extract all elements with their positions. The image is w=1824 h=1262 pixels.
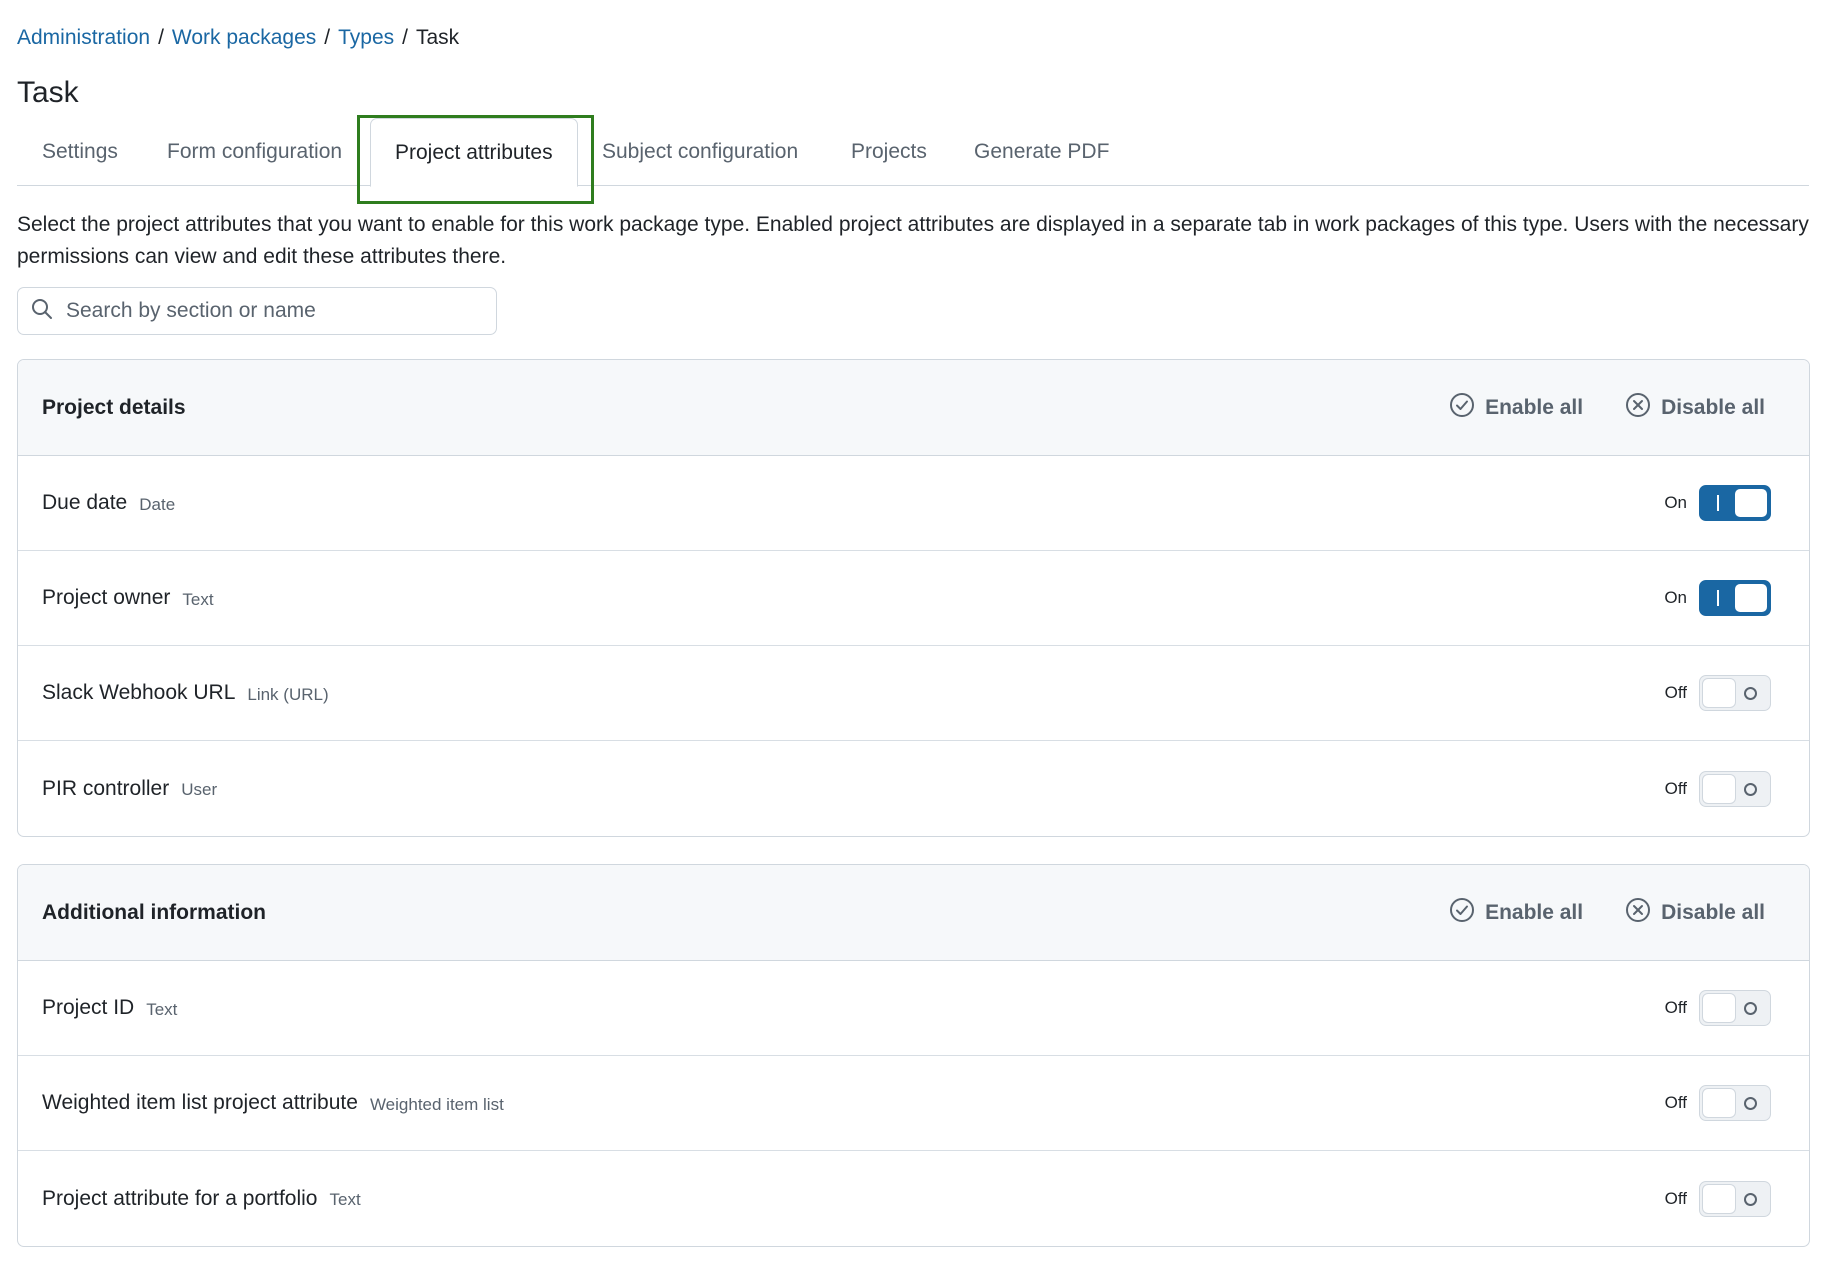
breadcrumb-administration[interactable]: Administration <box>17 24 150 52</box>
tab-subject-configuration[interactable]: Subject configuration <box>602 118 798 186</box>
breadcrumb-current: Task <box>415 26 460 49</box>
attribute-name: PIR controller <box>42 776 170 800</box>
attribute-row: Slack Webhook URL Link (URL) Off <box>18 646 1809 741</box>
enable-all-label: Enable all <box>1485 395 1584 419</box>
x-circle-icon <box>1625 392 1661 424</box>
breadcrumb-types[interactable]: Types <box>338 24 394 52</box>
attribute-name: Project ID <box>42 996 135 1019</box>
disable-all-button[interactable]: Disable all <box>1625 897 1765 929</box>
disable-all-label: Disable all <box>1661 395 1765 419</box>
attribute-toggle[interactable] <box>1699 580 1771 616</box>
attribute-type: User <box>181 780 218 799</box>
attribute-name: Weighted item list project attribute <box>42 1091 358 1114</box>
attribute-row: Project ID Text Off <box>18 961 1809 1056</box>
check-circle-icon <box>1449 897 1485 929</box>
disable-all-button[interactable]: Disable all <box>1625 392 1765 424</box>
enable-all-button[interactable]: Enable all <box>1449 897 1583 929</box>
toggle-state-label: Off <box>1664 1188 1687 1208</box>
attribute-type: Weighted item list <box>369 1094 504 1114</box>
attribute-type: Text <box>182 589 214 609</box>
attribute-name: Due date <box>42 491 128 514</box>
attribute-type: Text <box>146 999 178 1019</box>
toggle-state-label: Off <box>1664 683 1687 702</box>
x-circle-icon <box>1625 897 1661 929</box>
section-title: Additional information <box>42 900 266 924</box>
search-icon <box>30 297 54 326</box>
attribute-toggle[interactable] <box>1699 485 1771 521</box>
section-title: Project details <box>42 395 186 419</box>
toggle-state-label: Off <box>1664 1093 1687 1112</box>
breadcrumb-separator: / <box>324 26 331 49</box>
tab-form-configuration[interactable]: Form configuration <box>167 118 342 186</box>
breadcrumb-separator: / <box>158 26 164 49</box>
attribute-toggle[interactable] <box>1699 770 1771 807</box>
attribute-type: Link (URL) <box>247 684 329 704</box>
section-header: Project details Enable all Disable all <box>18 360 1809 456</box>
enable-all-button[interactable]: Enable all <box>1449 392 1583 424</box>
page-description: Select the project attributes that you w… <box>17 213 1809 268</box>
section-project-details: Project details Enable all Disable all D… <box>17 359 1810 837</box>
tab-bar: Settings Form configuration Project attr… <box>17 118 1809 187</box>
section-header: Additional information Enable all Disabl… <box>18 865 1809 961</box>
attribute-type: Text <box>329 1190 361 1209</box>
toggle-state-label: Off <box>1664 778 1687 798</box>
attribute-toggle[interactable] <box>1699 1085 1771 1121</box>
toggle-state-label: On <box>1664 588 1687 607</box>
attribute-toggle[interactable] <box>1699 1180 1771 1217</box>
tab-projects[interactable]: Projects <box>851 118 927 186</box>
tab-settings[interactable]: Settings <box>42 118 118 186</box>
attribute-type: Date <box>139 494 176 514</box>
attribute-toggle[interactable] <box>1699 675 1771 711</box>
tab-project-attributes[interactable]: Project attributes <box>370 118 578 187</box>
disable-all-label: Disable all <box>1661 900 1765 924</box>
attribute-row: Project attribute for a portfolio Text O… <box>18 1151 1809 1246</box>
attribute-name: Slack Webhook URL <box>42 681 236 704</box>
breadcrumb-work-packages[interactable]: Work packages <box>172 24 316 52</box>
attribute-row: PIR controller User Off <box>18 741 1809 836</box>
attribute-row: Weighted item list project attribute Wei… <box>18 1056 1809 1151</box>
enable-all-label: Enable all <box>1485 900 1584 924</box>
search-input[interactable] <box>66 299 486 323</box>
tab-generate-pdf[interactable]: Generate PDF <box>974 118 1109 186</box>
attribute-name: Project owner <box>42 586 171 609</box>
page: Administration / Work packages / Types /… <box>0 0 1824 1262</box>
search-box <box>17 287 497 335</box>
page-title: Task <box>17 76 79 109</box>
attribute-row: Due date Date On <box>18 456 1809 551</box>
check-circle-icon <box>1449 392 1485 424</box>
breadcrumb: Administration / Work packages / Types /… <box>17 24 459 52</box>
breadcrumb-separator: / <box>402 26 408 49</box>
attribute-row: Project owner Text On <box>18 551 1809 646</box>
toggle-state-label: On <box>1664 493 1687 512</box>
section-additional-information: Additional information Enable all Disabl… <box>17 864 1810 1247</box>
attribute-name: Project attribute for a portfolio <box>42 1186 318 1210</box>
toggle-state-label: Off <box>1664 998 1687 1017</box>
attribute-toggle[interactable] <box>1699 990 1771 1026</box>
